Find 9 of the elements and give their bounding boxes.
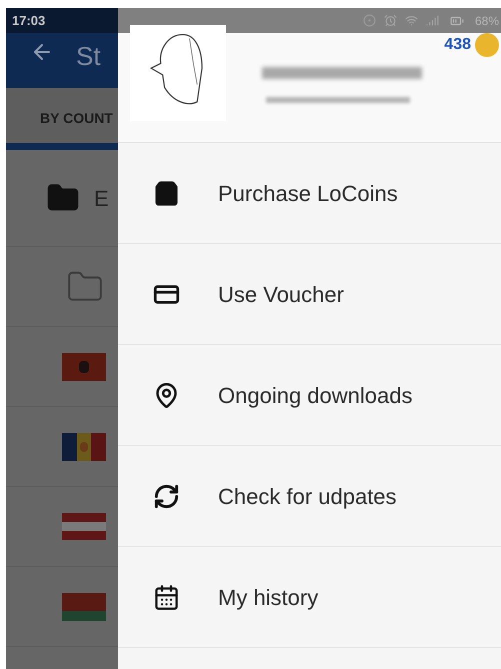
menu-item[interactable]: Ongoing downloads xyxy=(118,345,501,446)
status-time: 17:03 xyxy=(12,12,46,30)
menu-item[interactable]: Use Voucher xyxy=(118,244,501,345)
row-label: E xyxy=(94,184,109,212)
menu-item[interactable]: Purchase LoCoins xyxy=(118,143,501,244)
menu-item[interactable]: Check for udpates xyxy=(118,446,501,547)
coin-count: 438 xyxy=(444,35,471,55)
screen-title: St xyxy=(76,40,101,73)
menu-item[interactable]: My history xyxy=(118,547,501,648)
